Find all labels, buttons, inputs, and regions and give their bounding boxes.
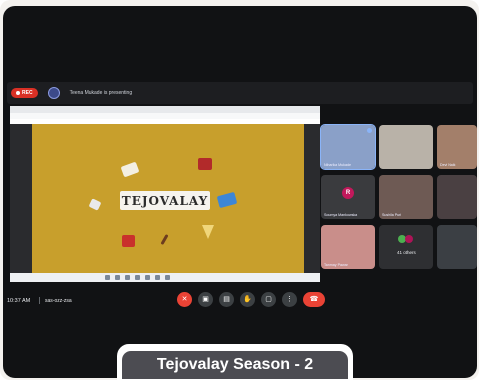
prop-box-icon: [88, 198, 102, 211]
prop-tin-icon: [198, 158, 212, 170]
presentation-slide: TEJOVALAY: [32, 124, 304, 273]
taskbar-app-icon: [125, 275, 130, 280]
divider: [39, 297, 40, 304]
participant-tile[interactable]: [437, 225, 477, 269]
more-options-icon[interactable]: ⋮: [282, 292, 297, 307]
others-avatar: [405, 235, 413, 243]
caption-plate: Tejovalay Season - 2: [122, 351, 348, 379]
taskbar-app-icon: [105, 275, 110, 280]
captions-icon[interactable]: ▤: [219, 292, 234, 307]
caption-banner: Tejovalay Season - 2: [117, 344, 353, 380]
participant-name: Niharika Mukade: [324, 163, 351, 167]
others-count: 41 others: [397, 250, 416, 255]
participant-name: Soumya Mankowska: [324, 213, 358, 217]
prop-calculator-icon: [216, 191, 238, 209]
meeting-control-bar: 10:37 AM sas-ozz-zsa ✕ ▣ ▤ ✋ ▢ ⋮ ☎: [3, 290, 477, 312]
speaking-icon: [367, 128, 372, 133]
logo-text: TEJOVALAY: [121, 193, 209, 208]
raise-hand-icon[interactable]: ✋: [240, 292, 255, 307]
participant-tile[interactable]: Sushila Puri: [379, 175, 433, 219]
shared-screen: TEJOVALAY: [10, 106, 320, 282]
participant-tile[interactable]: [437, 175, 477, 219]
taskbar-app-icon: [115, 275, 120, 280]
present-screen-icon[interactable]: ▢: [261, 292, 276, 307]
caption-text: Tejovalay Season - 2: [156, 356, 314, 373]
prop-cube-icon: [122, 235, 135, 247]
participant-name: Devi Naik: [440, 163, 456, 167]
recording-badge: REC: [11, 88, 38, 98]
camera-icon[interactable]: ▣: [198, 292, 213, 307]
participant-tile[interactable]: R Soumya Mankowska: [321, 175, 375, 219]
taskbar-app-icon: [155, 275, 160, 280]
prop-book-icon: [120, 161, 140, 178]
participant-tile[interactable]: Tanmay Pawar: [321, 225, 375, 269]
participant-name: Sushila Puri: [382, 213, 402, 217]
participant-tile[interactable]: Devi Naik: [437, 125, 477, 169]
presenting-status: Teena Mukade is presenting: [69, 90, 133, 96]
end-call-icon[interactable]: ☎: [303, 292, 325, 307]
taskbar-app-icon: [165, 275, 170, 280]
tejovalay-logo: TEJOVALAY: [120, 191, 210, 210]
presenter-avatar: [47, 87, 60, 99]
prop-triangle-icon: [202, 225, 214, 239]
windows-taskbar: [10, 273, 320, 282]
meeting-header: REC Teena Mukade is presenting: [7, 82, 473, 104]
mic-off-icon[interactable]: ✕: [177, 292, 192, 307]
photo-frame: REC Teena Mukade is presenting TEJOVALAY: [0, 0, 479, 380]
meeting-code: sas-ozz-zsa: [45, 298, 72, 304]
participant-tile[interactable]: [379, 125, 433, 169]
participant-tile[interactable]: Niharika Mukade: [320, 124, 376, 170]
prop-stick-icon: [160, 233, 169, 246]
taskbar-app-icon: [145, 275, 150, 280]
others-tile[interactable]: 41 others: [379, 225, 433, 269]
call-controls: ✕ ▣ ▤ ✋ ▢ ⋮ ☎: [177, 292, 325, 307]
participant-initial-avatar: R: [342, 187, 354, 199]
taskbar-app-icon: [135, 275, 140, 280]
rec-label: REC: [22, 90, 33, 96]
browser-tab-bar: [10, 106, 320, 113]
meeting-clock: 10:37 AM: [7, 298, 31, 304]
participant-name: Tanmay Pawar: [324, 263, 348, 267]
record-dot-icon: [16, 91, 20, 95]
meeting-screen: REC Teena Mukade is presenting TEJOVALAY: [3, 6, 477, 378]
